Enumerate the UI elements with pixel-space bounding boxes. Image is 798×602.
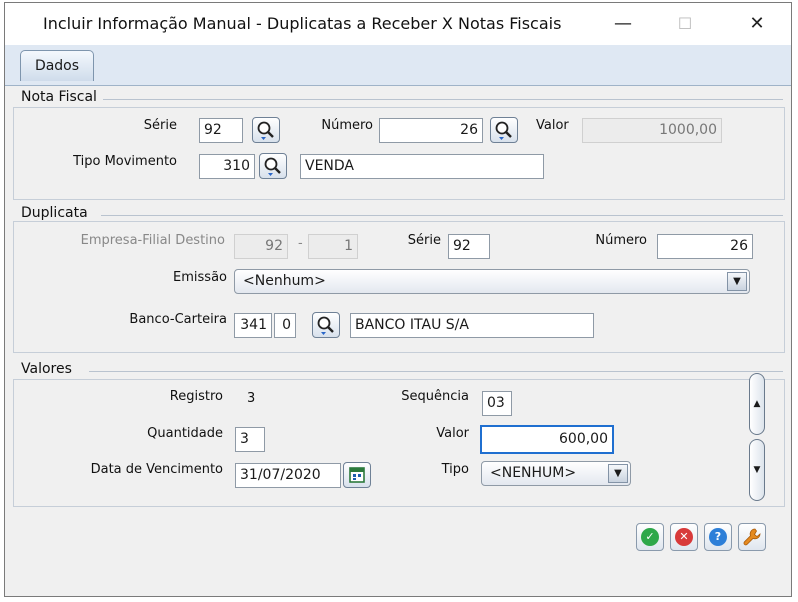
divider [89,371,783,372]
dup-emissao-select[interactable]: <Nenhum> ▼ [234,269,750,294]
dup-filial-input: 1 [308,234,358,259]
chevron-down-icon[interactable]: ▼ [608,464,628,483]
val-registro-label: Registro [169,389,223,404]
confirm-button[interactable]: ✓ [636,523,664,551]
scroll-down-button[interactable]: ▼ [749,439,765,501]
tools-button[interactable] [738,523,766,551]
dup-emissao-value: <Nenhum> [243,273,326,289]
nf-serie-input[interactable]: 92 [199,118,243,143]
val-registro-value: 3 [247,391,256,406]
dup-numero-input[interactable]: 26 [657,234,753,259]
dup-emissao-label: Emissão [173,270,227,285]
magnifier-icon [257,121,274,140]
help-button[interactable]: ? [704,523,732,551]
dup-numero-label: Número [595,233,647,248]
section-title-valores: Valores [21,361,72,377]
val-tipo-select[interactable]: <NENHUM> ▼ [481,461,631,486]
nf-tipo-movimento-label: Tipo Movimento [73,154,177,169]
dup-empresa-filial-separator: - [298,236,303,251]
nf-numero-label: Número [321,118,373,133]
window-title: Incluir Informação Manual - Duplicatas a… [43,14,562,33]
nf-valor-label: Valor [536,118,569,133]
nf-tipo-movimento-input[interactable]: 310 [199,154,255,179]
nf-serie-search-button[interactable] [252,117,280,143]
check-icon: ✓ [641,528,659,546]
tab-strip: Dados [5,45,791,86]
magnifier-icon [495,121,512,140]
nf-tipo-movimento-desc: VENDA [300,154,544,179]
divider [103,99,783,100]
nf-numero-search-button[interactable] [490,117,518,143]
nf-valor-input: 1000,00 [582,118,722,143]
dup-banco-desc: BANCO ITAU S/A [350,313,594,338]
dup-serie-input[interactable]: 92 [448,234,490,259]
chevron-down-icon[interactable]: ▼ [727,272,747,291]
wrench-icon [743,528,761,546]
dup-carteira-input[interactable]: 0 [274,313,296,338]
minimize-button[interactable]: — [603,9,643,39]
tab-dados[interactable]: Dados [20,50,94,81]
nf-numero-input[interactable]: 26 [379,118,483,143]
val-calendar-button[interactable] [343,462,371,488]
maximize-button[interactable]: ☐ [665,9,705,39]
arrow-down-icon: ▼ [753,465,761,475]
val-valor-label: Valor [436,426,469,441]
dup-empresa-input: 92 [234,234,288,259]
x-icon: ✕ [675,528,693,546]
val-sequencia-label: Sequência [401,389,469,404]
calendar-icon [349,467,365,483]
val-tipo-label: Tipo [441,462,469,477]
val-quantidade-input[interactable]: 3 [235,427,265,452]
title-bar: Incluir Informação Manual - Duplicatas a… [5,3,791,45]
val-data-vencimento-input[interactable]: 31/07/2020 [235,463,341,488]
divider [101,215,783,216]
cancel-button[interactable]: ✕ [670,523,698,551]
dup-serie-label: Série [407,233,441,248]
val-quantidade-label: Quantidade [147,426,223,441]
arrow-up-icon: ▲ [753,399,761,409]
nf-serie-label: Série [143,118,177,133]
close-button[interactable]: ✕ [737,9,777,39]
val-tipo-value: <NENHUM> [490,465,577,481]
val-sequencia-input[interactable]: 03 [482,391,512,416]
nf-tipo-movimento-search-button[interactable] [259,153,287,179]
scroll-up-button[interactable]: ▲ [749,373,765,435]
magnifier-icon [264,157,281,176]
val-valor-input[interactable]: 600,00 [480,425,614,454]
section-title-nota-fiscal: Nota Fiscal [21,89,97,105]
dup-empresa-filial-label: Empresa-Filial Destino [80,233,225,248]
dup-banco-search-button[interactable] [312,312,340,338]
section-title-duplicata: Duplicata [21,205,88,221]
dup-banco-carteira-label: Banco-Carteira [129,312,227,327]
question-icon: ? [709,528,727,546]
val-data-vencimento-label: Data de Vencimento [90,462,223,477]
magnifier-icon [317,316,334,335]
dup-banco-input[interactable]: 341 [234,313,272,338]
dialog-window: Incluir Informação Manual - Duplicatas a… [4,2,792,597]
